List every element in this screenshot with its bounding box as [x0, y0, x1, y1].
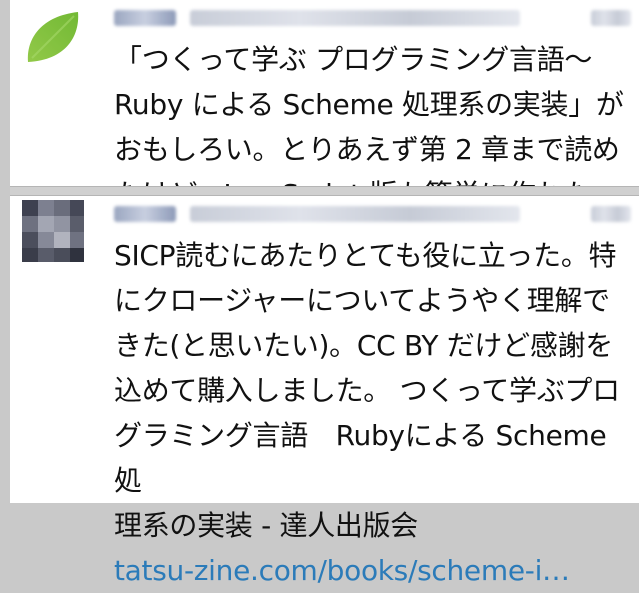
divider	[10, 186, 639, 196]
tweet-body: SICP読むにあたりとても役に立った。特 にクロージャーについてようやく理解で …	[114, 239, 620, 542]
tweet-feed: 「つくって学ぶ プログラミング言語〜 Ruby による Scheme 処理系の実…	[0, 0, 639, 587]
author-handle-blurred	[190, 206, 520, 222]
tweet-card[interactable]: 「つくって学ぶ プログラミング言語〜 Ruby による Scheme 処理系の実…	[10, 0, 639, 211]
author-handle-blurred	[190, 10, 520, 26]
timestamp-blurred	[591, 10, 631, 26]
author-name-blurred[interactable]	[114, 10, 176, 26]
timestamp-blurred	[591, 206, 631, 222]
tweet-text: SICP読むにあたりとても役に立った。特 にクロージャーについてようやく理解で …	[114, 233, 633, 593]
tweet-header	[114, 202, 631, 228]
author-name-blurred[interactable]	[114, 206, 176, 222]
tweet-card[interactable]: SICP読むにあたりとても役に立った。特 にクロージャーについてようやく理解で …	[10, 196, 639, 587]
pixelated-avatar-icon[interactable]	[22, 200, 84, 262]
tweet-link[interactable]: tatsu-zine.com/books/scheme-i…	[114, 554, 570, 587]
tweet-header	[114, 6, 631, 32]
leaf-avatar-icon[interactable]	[22, 6, 84, 68]
